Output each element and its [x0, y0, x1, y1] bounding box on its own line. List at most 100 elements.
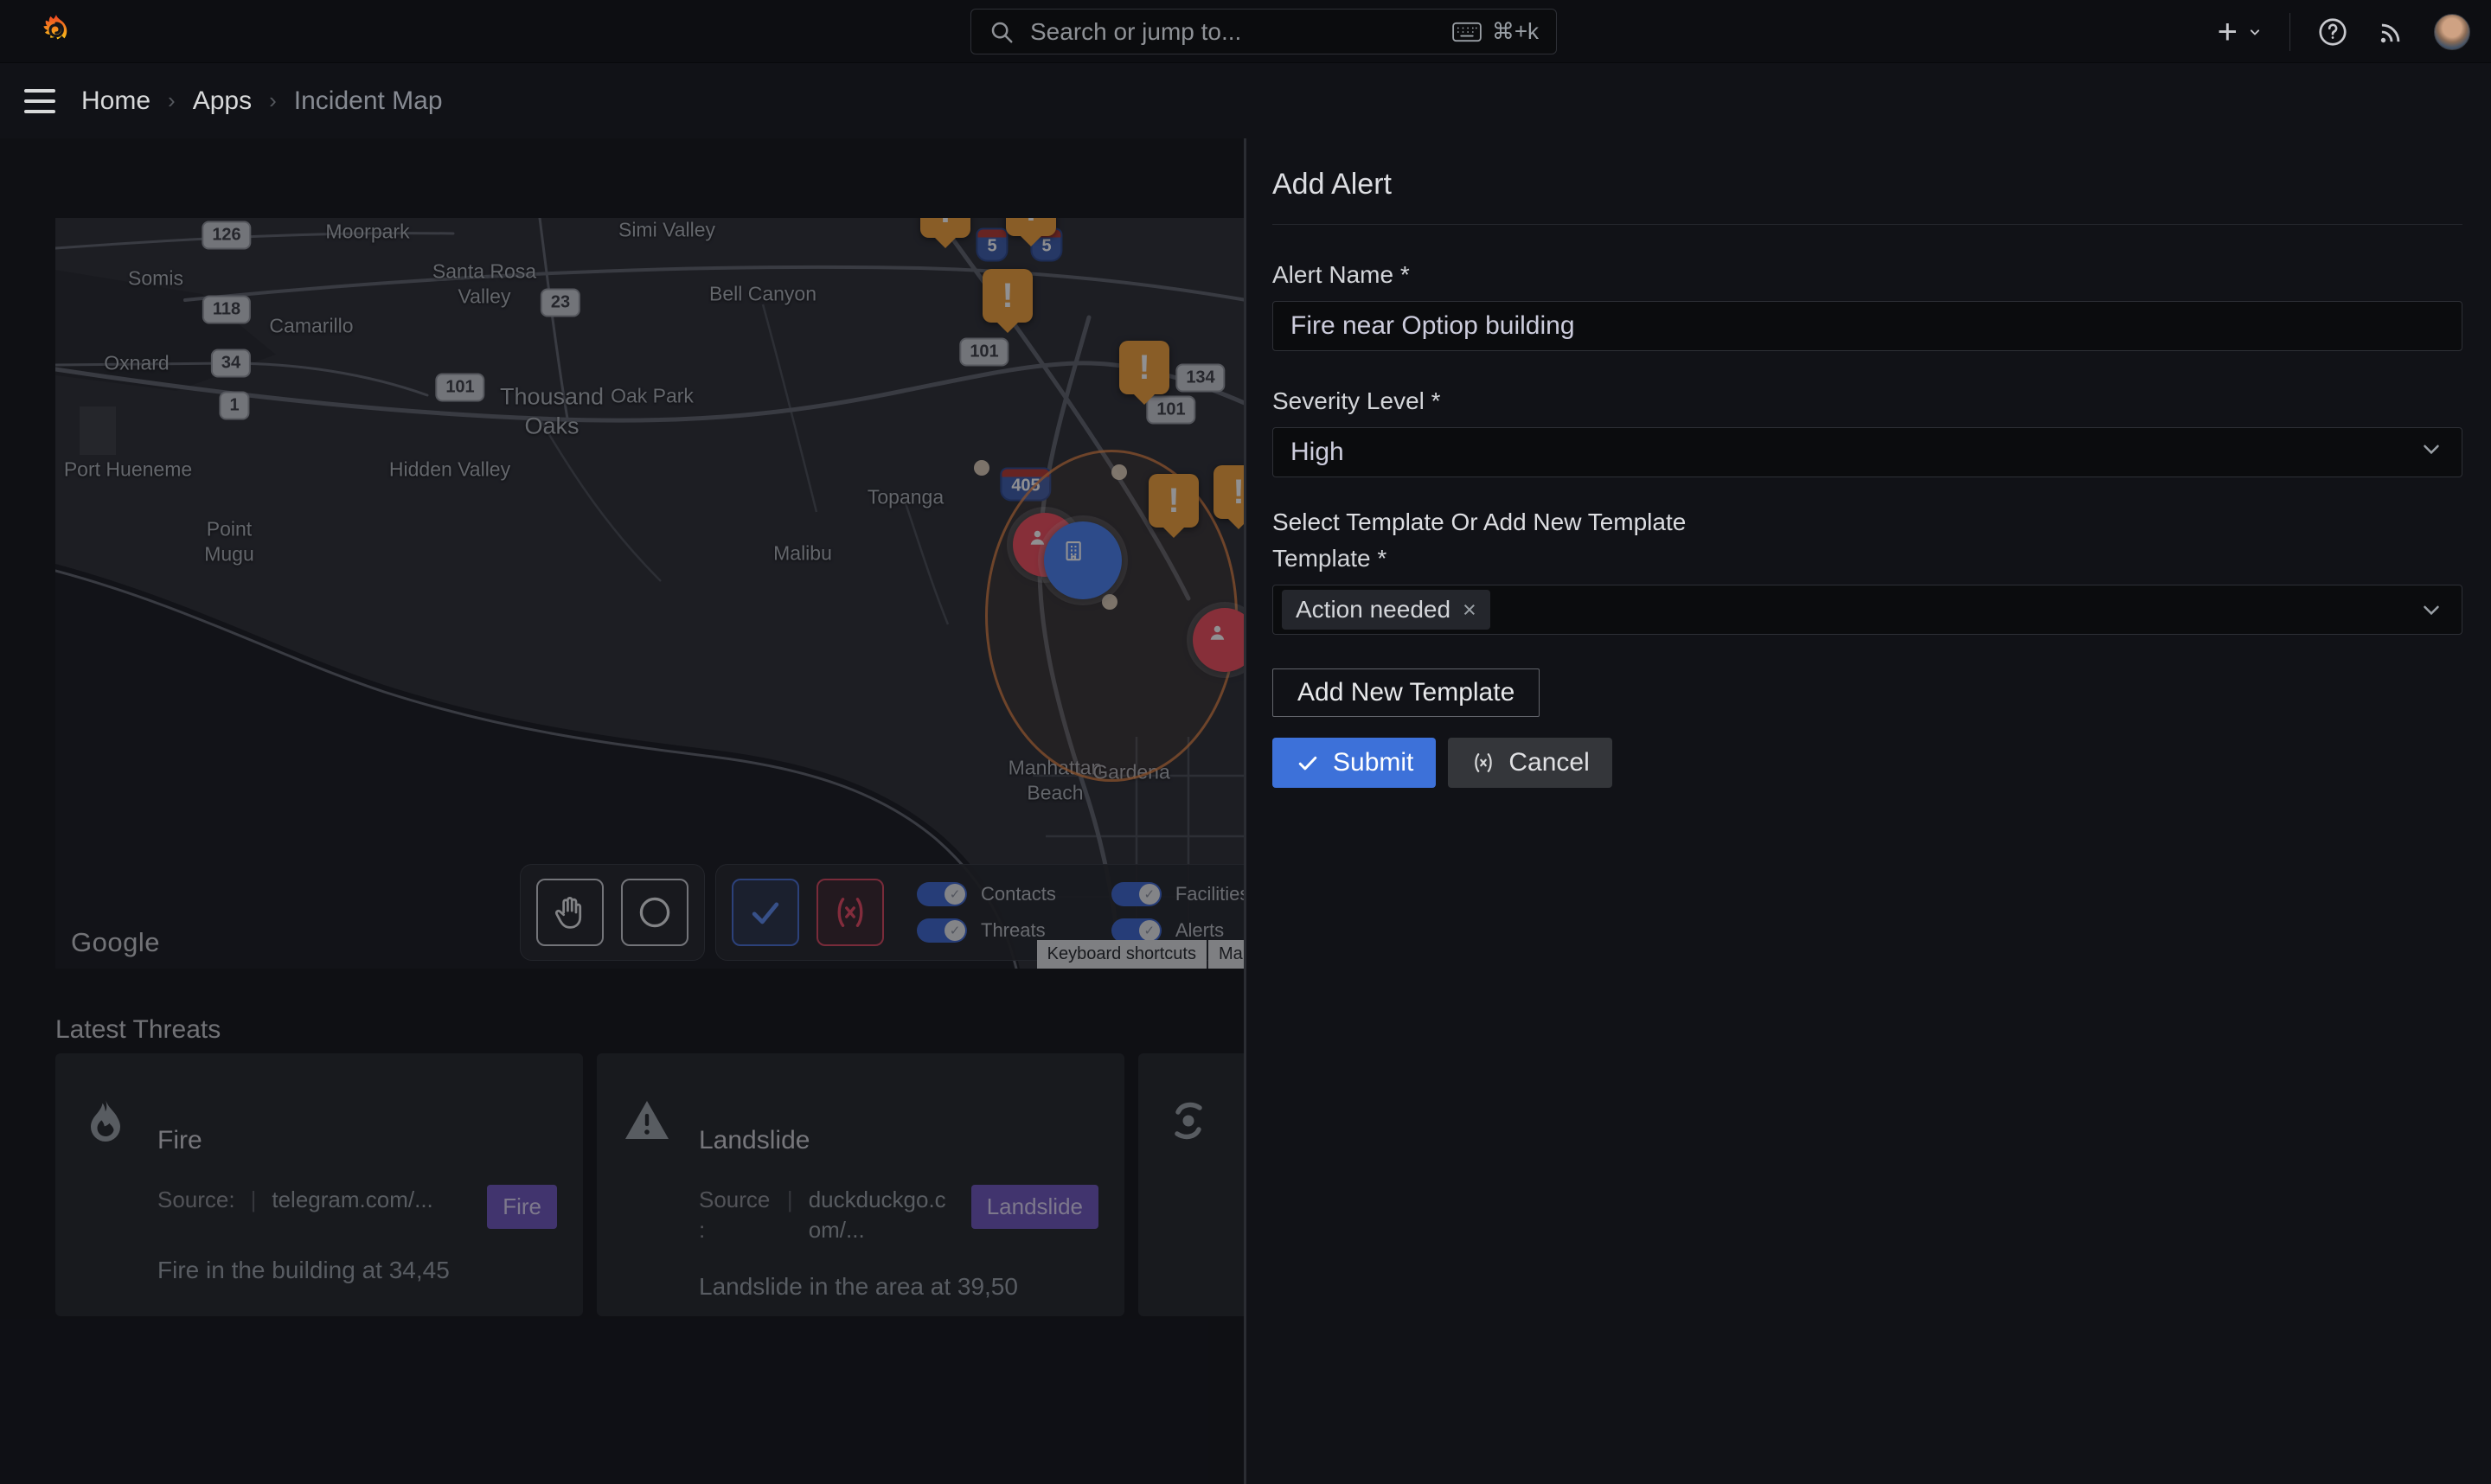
top-actions: +: [2218, 0, 2470, 63]
source-link[interactable]: duckduckgo.com/...: [809, 1185, 956, 1245]
severity-label: Severity Level *: [1272, 387, 2462, 415]
card-content: Landslide Source: | duckduckgo.com/... L…: [699, 1084, 1098, 1285]
exclamation-icon: !: [1138, 349, 1149, 387]
latest-threats-heading: Latest Threats: [55, 1015, 221, 1045]
plus-icon: +: [2218, 15, 2238, 49]
incident-map[interactable]: SomisMoorparkSimi ValleySanta Rosa Valle…: [55, 218, 1246, 969]
keyboard-shortcuts-link[interactable]: Keyboard shortcuts: [1037, 940, 1207, 969]
circle-icon: [636, 893, 674, 931]
threat-description: Fire in the building at 34,45: [157, 1251, 538, 1290]
map-data-link[interactable]: Map: [1208, 940, 1246, 969]
warning-pin[interactable]: !: [1149, 474, 1199, 528]
template-label: Template *: [1272, 545, 2462, 572]
warning-pin[interactable]: !: [1213, 465, 1246, 519]
drawer-divider: [1272, 224, 2462, 225]
source-label: Source:: [699, 1185, 772, 1245]
confirm-selection-button[interactable]: [732, 879, 799, 946]
breadcrumb-home[interactable]: Home: [81, 86, 150, 116]
warning-icon: [623, 1097, 671, 1285]
alert-name-label: Alert Name *: [1272, 261, 2462, 289]
rss-icon: [2375, 16, 2408, 48]
cancel-button[interactable]: Cancel: [1448, 738, 1611, 788]
shortcut-label: ⌘+k: [1492, 18, 1539, 45]
warning-pin[interactable]: !: [1119, 341, 1169, 394]
warning-pin[interactable]: !: [983, 269, 1033, 323]
exclamation-icon: !: [1233, 473, 1244, 512]
threat-card-hurricane[interactable]: [1138, 1053, 1246, 1316]
help-icon: [2316, 16, 2349, 48]
cancel-selection-button[interactable]: [816, 879, 884, 946]
meta-divider: |: [787, 1185, 793, 1215]
meta-divider: |: [251, 1185, 257, 1215]
map-footer: Keyboard shortcuts Map: [1037, 940, 1246, 969]
add-alert-drawer: Add Alert Alert Name * Fire near Optiop …: [1246, 138, 2491, 1484]
search-icon: [989, 19, 1015, 45]
toggle-contacts[interactable]: Contacts: [917, 882, 1056, 906]
grafana-logo-icon[interactable]: [38, 13, 74, 49]
threat-type-badge: Fire: [487, 1185, 557, 1229]
alert-name-value: Fire near Optiop building: [1290, 311, 1575, 341]
circle-draw-button[interactable]: [621, 879, 688, 946]
cancel-brackets-icon: [1470, 750, 1496, 776]
check-icon: [1295, 750, 1321, 776]
remove-tag-icon[interactable]: ×: [1463, 597, 1476, 624]
warning-pin[interactable]: !: [920, 218, 970, 238]
breadcrumb-bar: Home › Apps › Incident Map: [0, 63, 2491, 138]
toggle-threats[interactable]: Threats: [917, 918, 1056, 943]
exclamation-icon: !: [1025, 218, 1036, 229]
form-actions: Submit Cancel: [1272, 738, 2462, 788]
menu-icon[interactable]: [24, 89, 55, 113]
top-bar: Search or jump to... ⌘+k +: [0, 0, 2491, 63]
fire-icon: [81, 1097, 130, 1285]
exclamation-icon: !: [939, 218, 951, 231]
submit-button[interactable]: Submit: [1272, 738, 1436, 788]
user-avatar[interactable]: [2434, 14, 2470, 50]
toggle-label: Threats: [981, 919, 1046, 942]
check-icon: [746, 893, 784, 931]
drawer-resize-handle[interactable]: [1244, 138, 1246, 1484]
exclamation-icon: !: [1002, 277, 1013, 316]
layer-toggles: Contacts Facilities Threats Alerts: [917, 882, 1246, 943]
alert-name-input[interactable]: Fire near Optiop building: [1272, 301, 2462, 351]
warning-pin[interactable]: !: [1006, 218, 1056, 236]
help-button[interactable]: [2316, 16, 2349, 48]
toggle-switch: [917, 882, 967, 906]
map-tool-group: [520, 864, 705, 961]
breadcrumb-separator: ›: [168, 87, 176, 114]
drawer-title: Add Alert: [1272, 168, 2462, 201]
toggle-label: Facilities: [1175, 883, 1246, 905]
toggle-facilities[interactable]: Facilities: [1111, 882, 1246, 906]
template-tag: Action needed ×: [1282, 590, 1490, 630]
template-section-label: Select Template Or Add New Template: [1272, 509, 2462, 536]
news-button[interactable]: [2375, 16, 2408, 48]
app-root: Search or jump to... ⌘+k +: [0, 0, 2491, 1484]
toggle-switch: [1111, 918, 1162, 943]
toggle-label: Alerts: [1175, 919, 1224, 942]
hurricane-icon: [1164, 1097, 1213, 1285]
threat-card-landslide[interactable]: Landslide Source: | duckduckgo.com/... L…: [597, 1053, 1124, 1316]
exclamation-icon: !: [1168, 482, 1179, 521]
threat-title: Fire: [157, 1126, 557, 1155]
threat-card-fire[interactable]: Fire Source: | telegram.com/... Fire Fir…: [55, 1053, 583, 1316]
breadcrumb-apps[interactable]: Apps: [193, 86, 252, 116]
hand-icon: [551, 893, 589, 931]
template-select[interactable]: Action needed ×: [1272, 585, 2462, 635]
severity-value: High: [1290, 438, 1344, 467]
incident-map-workspace: SomisMoorparkSimi ValleySanta Rosa Valle…: [0, 138, 1246, 1484]
pan-tool-button[interactable]: [536, 879, 604, 946]
source-label: Source:: [157, 1185, 235, 1215]
threat-description: Landslide in the area at 39,50: [699, 1268, 1079, 1307]
threat-title: Landslide: [699, 1126, 1098, 1155]
toggle-alerts[interactable]: Alerts: [1111, 918, 1246, 943]
source-link[interactable]: telegram.com/...: [272, 1185, 432, 1215]
add-menu-button[interactable]: +: [2218, 15, 2264, 49]
threat-meta: Source: | telegram.com/... Fire: [157, 1185, 557, 1229]
add-new-template-button[interactable]: Add New Template: [1272, 668, 1540, 717]
keyboard-icon: [1452, 22, 1482, 42]
search-input[interactable]: Search or jump to... ⌘+k: [970, 9, 1557, 54]
severity-select[interactable]: High: [1272, 427, 2462, 477]
breadcrumb-current: Incident Map: [294, 86, 443, 116]
cancel-label: Cancel: [1508, 748, 1589, 777]
breadcrumb: Home › Apps › Incident Map: [81, 86, 443, 116]
breadcrumb-separator: ›: [269, 87, 277, 114]
